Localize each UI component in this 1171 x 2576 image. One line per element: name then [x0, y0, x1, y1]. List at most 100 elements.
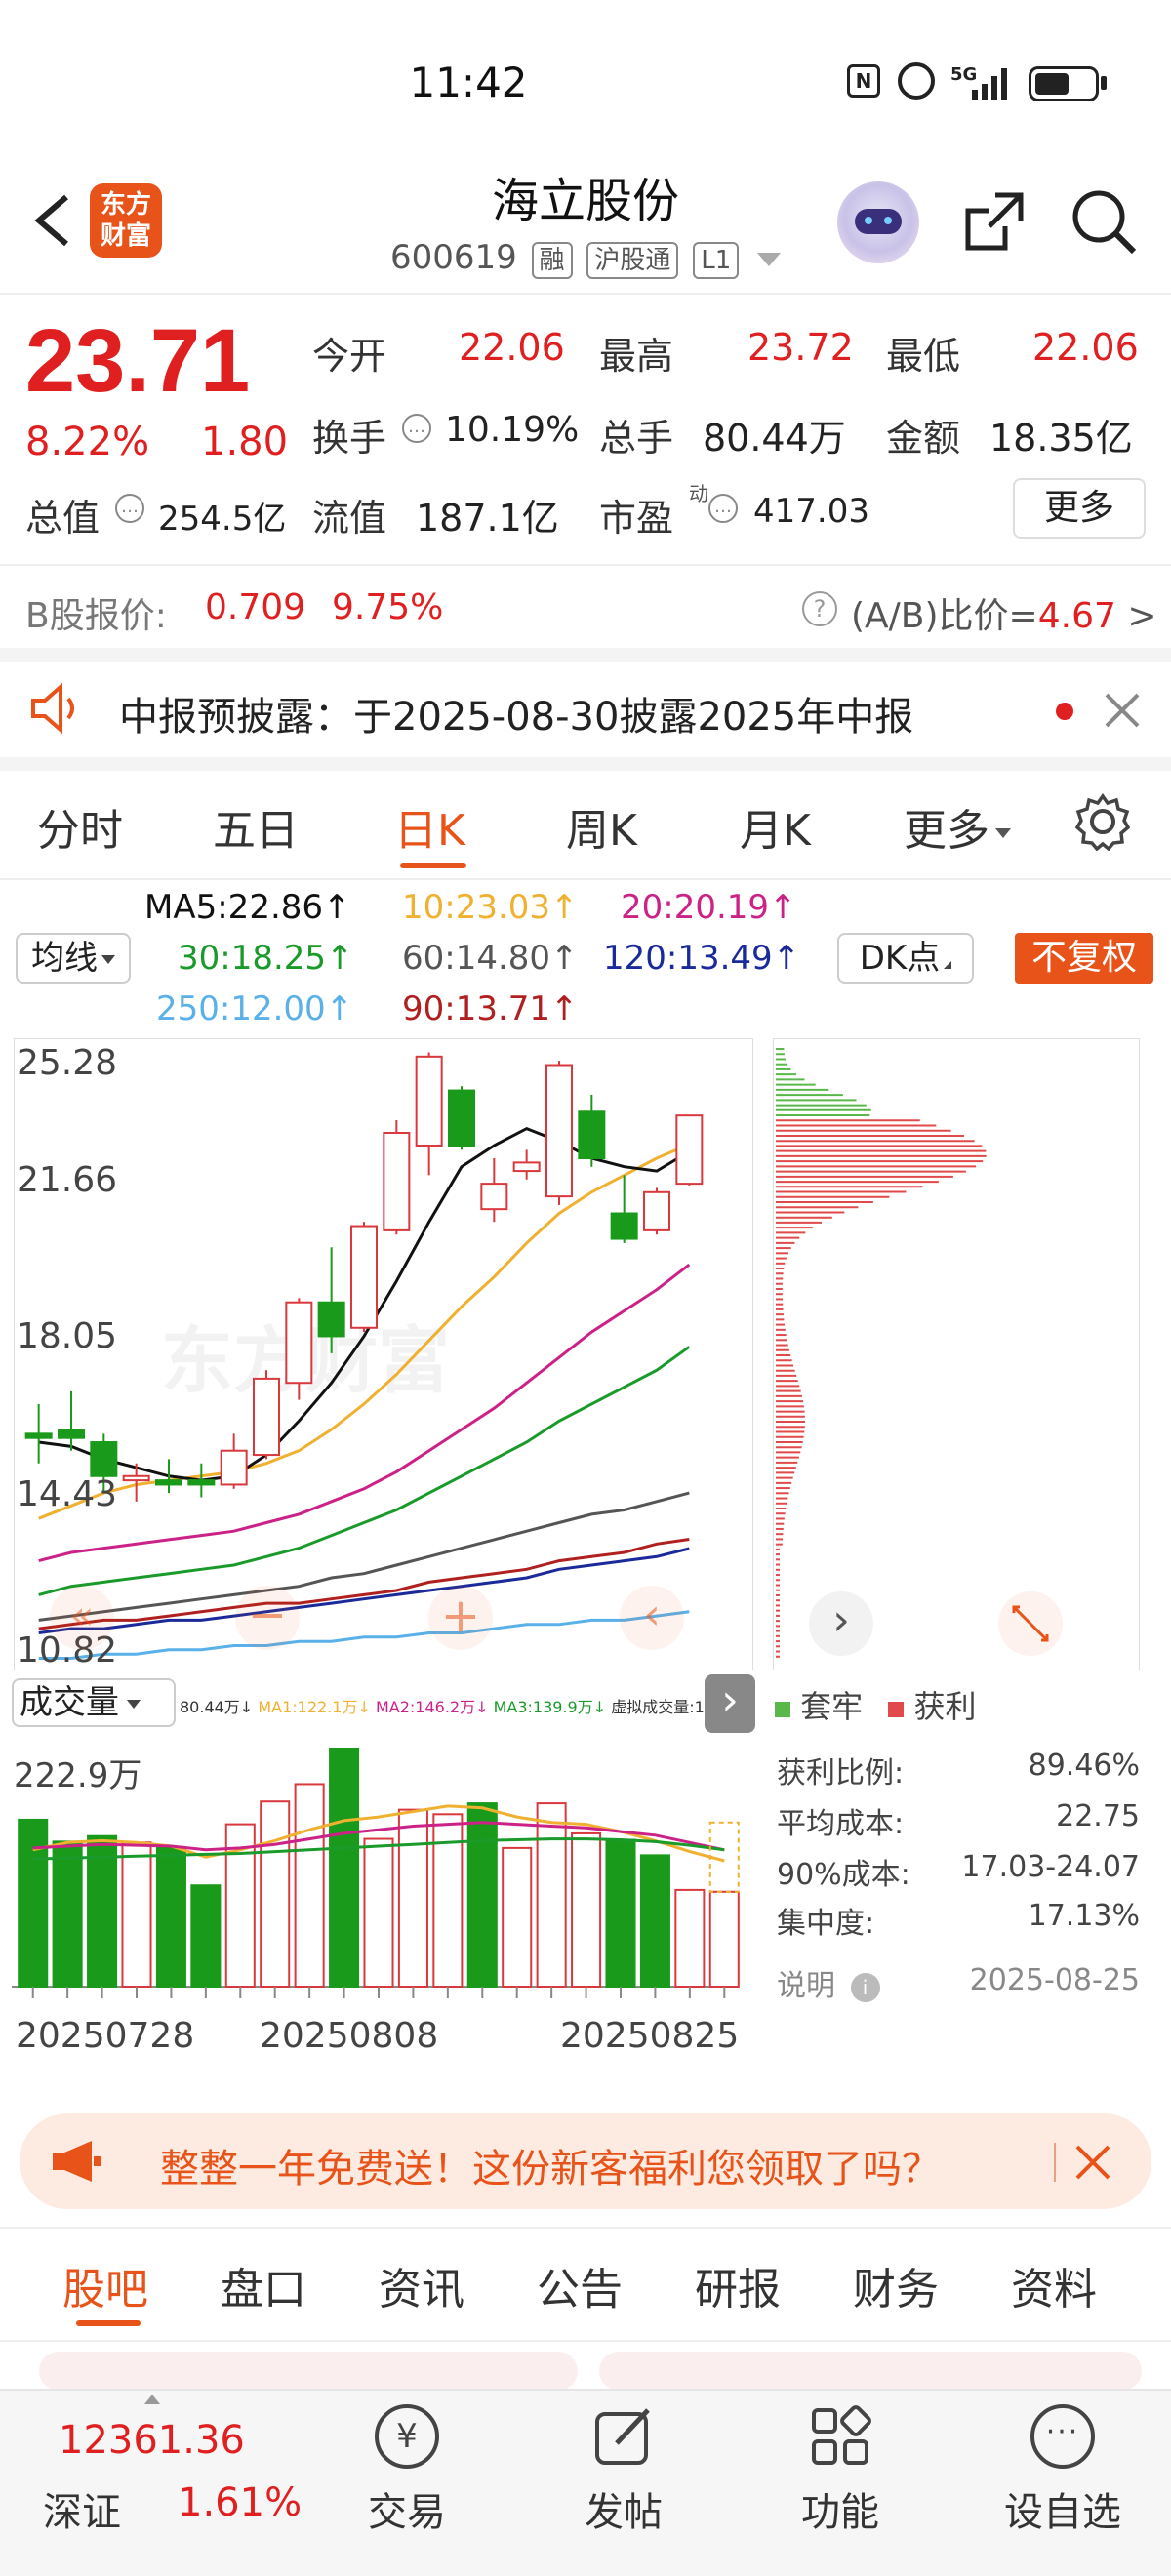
tab-intraday[interactable]: 分时: [37, 795, 123, 858]
volume-bar: [708, 1890, 740, 1988]
y-tick-label: 14.43: [17, 1474, 118, 1514]
high-value: 23.72: [747, 326, 854, 369]
ma60-label: 60:14.80↑: [402, 939, 579, 978]
ma-selector[interactable]: 均线: [16, 933, 131, 984]
volume-legend-ma2: MA2:146.2万↓: [375, 1698, 489, 1716]
candle-body: [58, 1429, 85, 1439]
active-tab-underline: [76, 2320, 141, 2326]
dock-functions-label: 功能: [801, 2490, 879, 2535]
trapped-legend-label: 套牢: [800, 1688, 864, 1725]
volume-bar: [502, 1846, 533, 1988]
amount-value: 18.35亿: [989, 417, 1133, 460]
info-icon[interactable]: …: [115, 494, 144, 523]
index-name[interactable]: 深证: [43, 2480, 121, 2537]
volume-bar: [190, 1884, 222, 1989]
ma90-line: [38, 1538, 690, 1630]
more-button[interactable]: 更多: [1013, 478, 1146, 539]
tab-profile[interactable]: 资料: [1011, 2254, 1097, 2316]
share-icon[interactable]: [960, 187, 1029, 256]
explain-link[interactable]: 说明 i: [777, 1961, 880, 2004]
tab-weekly-k[interactable]: 周K: [566, 795, 637, 858]
low-label: 最低: [886, 335, 961, 378]
scroll-left-icon[interactable]: ‹: [620, 1586, 684, 1650]
adjust-button[interactable]: 不复权: [1015, 933, 1153, 984]
battery-icon: [1029, 66, 1099, 101]
dock-functions[interactable]: 功能: [777, 2404, 904, 2537]
dock-trade[interactable]: ¥ 交易: [343, 2404, 470, 2537]
candle-body: [317, 1301, 345, 1338]
volume-chart[interactable]: 222.9万 20250728 20250808 20250825: [12, 1739, 753, 2092]
chevron-down-icon: [101, 955, 115, 964]
tab-daily-k[interactable]: 日K: [394, 795, 465, 858]
dock-watchlist[interactable]: ··· 设自选: [989, 2404, 1136, 2537]
date-label: 20250728: [16, 2016, 195, 2056]
candle-body: [90, 1441, 118, 1477]
ma10-label: 10:23.03↑: [402, 888, 579, 927]
expand-icon[interactable]: [998, 1591, 1063, 1656]
tab-research[interactable]: 研报: [695, 2254, 781, 2316]
candle-body: [610, 1212, 638, 1240]
info-icon[interactable]: …: [708, 494, 738, 523]
candle-body: [512, 1161, 541, 1173]
volume-legend-ma3: MA3:139.9万↓: [493, 1698, 607, 1716]
turnover-value: 10.19%: [445, 410, 580, 450]
profit-ratio-value: 89.46%: [1028, 1749, 1140, 1783]
gear-icon[interactable]: [1073, 792, 1132, 852]
tab-announcements[interactable]: 公告: [537, 2254, 623, 2316]
bottom-dock: 12361.36 深证 1.61% ¥ 交易 发帖 功能 ··· 设自选: [0, 2389, 1171, 2576]
candle-body: [545, 1064, 573, 1198]
search-icon[interactable]: [1070, 187, 1140, 258]
rewind-icon[interactable]: «: [50, 1586, 114, 1650]
tab-five-day[interactable]: 五日: [213, 795, 299, 858]
promo-divider: [1054, 2143, 1056, 2182]
cost-distribution-chart[interactable]: ›: [773, 1038, 1140, 1670]
volume-legend-ma1: MA1:122.1万↓: [258, 1698, 371, 1716]
avg-cost-value: 22.75: [1056, 1799, 1140, 1833]
content-card-peek: [39, 2352, 578, 2391]
dk-point-button[interactable]: DK点: [837, 933, 974, 984]
dock-post[interactable]: 发帖: [560, 2404, 687, 2537]
tab-more[interactable]: 更多: [904, 795, 1011, 858]
candle-body: [643, 1190, 670, 1231]
help-icon[interactable]: ?: [802, 591, 837, 626]
dropdown-triangle-icon[interactable]: [757, 252, 782, 266]
volume-legend: 80.44万↓ MA1:122.1万↓ MA2:146.2万↓ MA3:139.…: [180, 1694, 754, 1717]
tag-connect: 沪股通: [586, 242, 679, 279]
tab-orderbook[interactable]: 盘口: [221, 2254, 306, 2316]
float-label: 流值: [312, 497, 387, 540]
ma250-label: 250:12.00↑: [156, 989, 354, 1028]
volume-selector[interactable]: 成交量: [12, 1678, 176, 1727]
expand-panel-button[interactable]: ›: [705, 1674, 755, 1733]
volume-selector-label: 成交量: [20, 1683, 119, 1722]
active-tab-underline: [400, 863, 466, 868]
notice-text[interactable]: 中报预披露：于2025-08-30披露2025年中报: [119, 685, 913, 742]
zoom-in-icon[interactable]: +: [428, 1586, 493, 1650]
tab-finance[interactable]: 财务: [853, 2254, 939, 2316]
promo-banner[interactable]: 整整一年免费送！这份新客福利您领取了吗？: [20, 2113, 1151, 2209]
info-icon[interactable]: …: [402, 414, 431, 443]
ab-ratio[interactable]: (A/B)比价=4.67 >: [851, 587, 1156, 638]
ma30-label: 30:18.25↑: [178, 939, 354, 978]
close-icon[interactable]: [1101, 689, 1144, 732]
chevron-down-icon: [127, 1700, 141, 1709]
volume-bar: [18, 1818, 49, 1988]
status-time: 11:42: [409, 59, 528, 106]
tab-forum[interactable]: 股吧: [62, 2254, 148, 2316]
ma20-label: 20:20.19↑: [621, 888, 797, 927]
ma90-label: 90:13.71↑: [402, 989, 579, 1028]
volume-bar: [571, 1831, 602, 1988]
robot-assistant-icon[interactable]: [837, 181, 919, 263]
tab-news[interactable]: 资讯: [379, 2254, 464, 2316]
mktcap-value: 254.5亿: [158, 500, 287, 539]
kline-chart[interactable]: 东方财富 25.28 21.66 18.05 14.43 10.82 « − +…: [14, 1038, 753, 1670]
zoom-out-icon[interactable]: −: [235, 1586, 300, 1650]
chevron-right-icon[interactable]: ›: [809, 1591, 873, 1656]
tab-monthly-k[interactable]: 月K: [740, 795, 811, 858]
index-pct[interactable]: 1.61%: [178, 2480, 302, 2525]
close-icon[interactable]: [1071, 2141, 1114, 2184]
high-label: 最高: [599, 335, 674, 378]
mktcap-label: 总值: [25, 497, 101, 540]
dock-trade-label: 交易: [368, 2490, 446, 2535]
cost90-value: 17.03-24.07: [961, 1850, 1140, 1884]
index-value[interactable]: 12361.36: [59, 2418, 245, 2463]
